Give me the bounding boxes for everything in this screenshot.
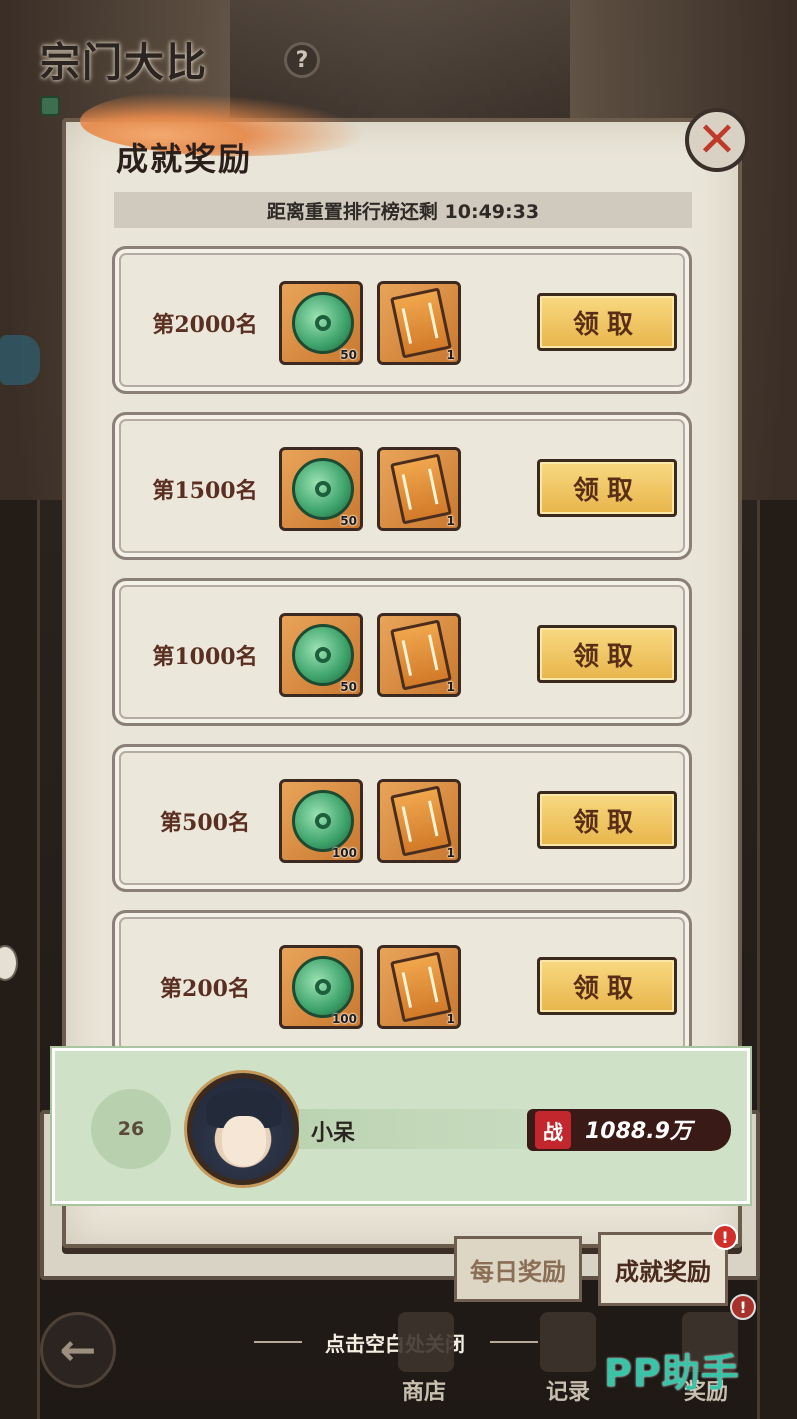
manual-book-icon	[390, 453, 452, 525]
jade-dragon-coin-icon	[292, 292, 354, 354]
claim-button[interactable]: 领取	[537, 957, 677, 1015]
alert-icon: !	[730, 1294, 756, 1320]
records-icon[interactable]	[540, 1312, 596, 1372]
reward-row: 第200名 100 1 领取	[112, 910, 692, 1046]
avatar[interactable]	[187, 1073, 299, 1185]
claim-button[interactable]: 领取	[537, 791, 677, 849]
item-count: 50	[340, 680, 357, 694]
claim-button[interactable]: 领取	[537, 459, 677, 517]
power-badge: 战	[535, 1111, 571, 1149]
reward-row: 第1500名 50 1 领取	[112, 412, 692, 560]
jade-dragon-coin-icon	[292, 624, 354, 686]
item-count: 1	[446, 680, 455, 694]
player-rank-bar: 26 小呆 战 1088.9万	[52, 1048, 750, 1204]
power-value: 1088.9万	[585, 1119, 692, 1144]
manual-book-icon	[390, 785, 452, 857]
rank-label: 第2000名	[152, 312, 258, 338]
jade-coin-item[interactable]: 50	[279, 281, 363, 365]
player-name: 小呆	[311, 1121, 356, 1146]
claim-button[interactable]: 领取	[537, 625, 677, 683]
side-character-icon	[0, 335, 40, 385]
reset-countdown: 距离重置排行榜还剩 10:49:33	[114, 192, 692, 228]
manual-book-item[interactable]: 1	[377, 281, 461, 365]
jade-coin-item[interactable]: 100	[279, 945, 363, 1029]
rank-label: 第200名	[160, 976, 250, 1002]
manual-book-icon	[390, 951, 452, 1023]
jade-coin-item[interactable]: 50	[279, 613, 363, 697]
nav-records-label[interactable]: 记录	[546, 1374, 590, 1406]
item-count: 1	[446, 846, 455, 860]
watermark: PP助手	[604, 1351, 740, 1395]
item-count: 1	[446, 1012, 455, 1026]
jade-dragon-coin-icon	[292, 956, 354, 1018]
screen-title: 宗门大比	[40, 39, 208, 86]
item-count: 50	[340, 348, 357, 362]
rank-label: 第1500名	[152, 478, 258, 504]
rank-label: 第1000名	[152, 644, 258, 670]
manual-book-item[interactable]: 1	[377, 779, 461, 863]
item-count: 100	[331, 846, 357, 860]
tab-daily-rewards[interactable]: 每日奖励	[454, 1236, 582, 1302]
item-count: 1	[446, 348, 455, 362]
claim-button[interactable]: 领取	[537, 293, 677, 351]
jade-dragon-coin-icon	[292, 790, 354, 852]
manual-book-item[interactable]: 1	[377, 945, 461, 1029]
back-arrow-icon[interactable]: ←	[40, 1312, 116, 1388]
shop-icon[interactable]	[398, 1312, 454, 1372]
manual-book-icon	[390, 287, 452, 359]
jade-dragon-coin-icon	[292, 458, 354, 520]
reward-row: 第1000名 50 1 领取	[112, 578, 692, 726]
nav-shop-label[interactable]: 商店	[402, 1374, 446, 1406]
rank-label: 第500名	[160, 810, 250, 836]
reward-row: 第500名 100 1 领取	[112, 744, 692, 892]
jade-coin-item[interactable]: 50	[279, 447, 363, 531]
jade-coin-item[interactable]: 100	[279, 779, 363, 863]
manual-book-item[interactable]: 1	[377, 447, 461, 531]
item-count: 1	[446, 514, 455, 528]
close-icon[interactable]: ✕	[685, 108, 749, 172]
help-icon[interactable]: ?	[284, 42, 320, 78]
player-rank: 26	[91, 1089, 171, 1169]
panel-title: 成就奖励	[116, 140, 253, 178]
reward-row: 第2000名 50 1 领取	[112, 246, 692, 394]
tab-achievement-rewards[interactable]: 成就奖励	[598, 1232, 728, 1306]
item-count: 50	[340, 514, 357, 528]
jade-token-icon	[40, 96, 60, 116]
background-right-pillar	[757, 500, 797, 1419]
alert-icon: !	[712, 1224, 738, 1250]
manual-book-item[interactable]: 1	[377, 613, 461, 697]
manual-book-icon	[390, 619, 452, 691]
hint-divider-right	[490, 1341, 538, 1343]
item-count: 100	[331, 1012, 357, 1026]
reward-list[interactable]: 第2000名 50 1 领取 第1500名 50 1 领取 第1000名 50	[112, 246, 692, 1046]
